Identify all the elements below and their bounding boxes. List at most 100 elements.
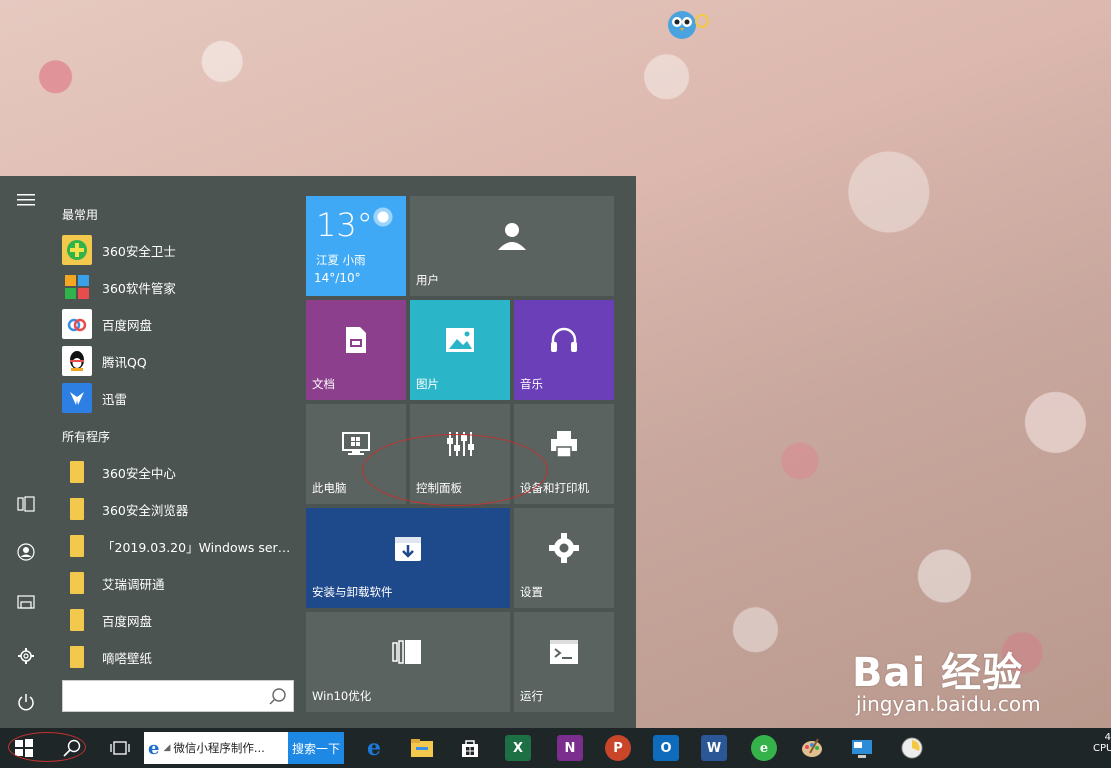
start-search-input[interactable] bbox=[69, 681, 259, 711]
app-label: 360安全卫士 bbox=[102, 243, 176, 259]
tray-time: 4 bbox=[1104, 732, 1111, 743]
windows-logo-icon bbox=[15, 739, 33, 757]
word-icon: W bbox=[701, 735, 727, 761]
tray-cpu: CPU bbox=[1093, 743, 1111, 754]
folder-windows-server[interactable]: 「2019.03.20」Windows server... bbox=[58, 528, 298, 564]
app-label: 腾讯QQ bbox=[102, 354, 147, 370]
folder-icon bbox=[62, 457, 92, 487]
headphones-icon bbox=[549, 326, 579, 358]
user-icon bbox=[496, 220, 528, 256]
tile-label: 运行 bbox=[520, 689, 543, 703]
all-programs-header: 所有程序 bbox=[62, 430, 111, 444]
app-label: 360软件管家 bbox=[102, 280, 176, 296]
word-taskbar-app[interactable]: W bbox=[692, 728, 736, 768]
taskbar-search-button[interactable] bbox=[50, 728, 94, 768]
app-list: 最常用 360安全卫士 360软件管家 百度网盘 腾讯QQ 迅雷 所有程序 36… bbox=[52, 176, 302, 728]
tile-label: Win10优化 bbox=[312, 689, 372, 703]
tile-label: 设备和打印机 bbox=[520, 481, 589, 495]
tile-label: 音乐 bbox=[520, 377, 543, 391]
tablet-mode-icon[interactable] bbox=[8, 488, 44, 520]
start-menu: 最常用 360安全卫士 360软件管家 百度网盘 腾讯QQ 迅雷 所有程序 36… bbox=[0, 176, 636, 728]
hamburger-menu-icon[interactable] bbox=[8, 184, 44, 216]
devices-printers-tile[interactable]: 设备和打印机 bbox=[514, 404, 614, 504]
app-label: 360安全中心 bbox=[102, 465, 176, 481]
owl-desktop-icon[interactable] bbox=[666, 7, 710, 41]
picture-icon bbox=[445, 327, 475, 357]
tile-label: 设置 bbox=[520, 585, 543, 599]
control-panel-tile[interactable]: 控制面板 bbox=[410, 404, 510, 504]
caret-icon: ◢ bbox=[163, 743, 171, 753]
baidu-watermark: Bai 经验 jingyan.baidu.com bbox=[852, 640, 1092, 730]
power-icon[interactable] bbox=[8, 686, 44, 718]
explorer-rail-icon[interactable] bbox=[8, 586, 44, 618]
tile-label: 控制面板 bbox=[416, 481, 462, 495]
app-baidu-netdisk[interactable]: 百度网盘 bbox=[58, 306, 298, 342]
360-browser-icon: e bbox=[751, 735, 777, 761]
system-tray[interactable]: 4 CPU bbox=[1093, 728, 1111, 768]
edge-taskbar-app[interactable]: e bbox=[352, 728, 396, 768]
search-icon bbox=[63, 739, 81, 757]
powerpoint-taskbar-app[interactable]: P bbox=[596, 728, 640, 768]
start-button[interactable] bbox=[2, 728, 46, 768]
qq-penguin-icon bbox=[62, 346, 92, 376]
start-search-box[interactable] bbox=[62, 680, 294, 712]
printer-icon bbox=[549, 430, 579, 462]
tile-label: 此电脑 bbox=[312, 481, 347, 495]
remote-desktop-icon bbox=[852, 740, 872, 758]
tile-label: 安装与卸载软件 bbox=[312, 585, 393, 599]
folder-icon bbox=[62, 642, 92, 672]
tile-label: 用户 bbox=[416, 273, 439, 287]
pictures-tile[interactable]: 图片 bbox=[410, 300, 510, 400]
watermark-url: jingyan.baidu.com bbox=[856, 692, 1041, 716]
app-label: 艾瑞调研通 bbox=[102, 576, 165, 592]
folder-icon bbox=[62, 605, 92, 635]
clock-taskbar-app[interactable] bbox=[890, 728, 934, 768]
edge-icon: e bbox=[367, 735, 381, 761]
folder-dida-wallpaper[interactable]: 嘀嗒壁纸 bbox=[58, 639, 298, 675]
excel-taskbar-app[interactable]: X bbox=[496, 728, 540, 768]
this-pc-tile[interactable]: 此电脑 bbox=[306, 404, 406, 504]
gear-icon bbox=[548, 532, 580, 568]
onenote-taskbar-app[interactable]: N bbox=[548, 728, 592, 768]
store-taskbar-app[interactable] bbox=[448, 728, 492, 768]
ie-taskbar-window[interactable]: e ◢ 微信小程序制作... bbox=[144, 732, 288, 764]
user-account-icon[interactable] bbox=[8, 536, 44, 568]
documents-tile[interactable]: 文档 bbox=[306, 300, 406, 400]
search-once-button[interactable]: 搜索一下 bbox=[288, 732, 344, 764]
music-tile[interactable]: 音乐 bbox=[514, 300, 614, 400]
outlook-taskbar-app[interactable]: O bbox=[644, 728, 688, 768]
win10-optimize-tile[interactable]: Win10优化 bbox=[306, 612, 510, 712]
settings-tile[interactable]: 设置 bbox=[514, 508, 614, 608]
app-thunder[interactable]: 迅雷 bbox=[58, 380, 298, 416]
search-icon[interactable] bbox=[269, 687, 287, 709]
app-360-safe[interactable]: 360安全卫士 bbox=[58, 232, 298, 268]
folder-360-center[interactable]: 360安全中心 bbox=[58, 454, 298, 490]
folder-360-browser[interactable]: 360安全浏览器 bbox=[58, 491, 298, 527]
task-view-icon bbox=[110, 741, 130, 755]
file-explorer-icon bbox=[411, 739, 433, 757]
run-tile[interactable]: 运行 bbox=[514, 612, 614, 712]
weather-location: 江夏 小雨 bbox=[316, 253, 366, 267]
folder-airui[interactable]: 艾瑞调研通 bbox=[58, 565, 298, 601]
app-qq[interactable]: 腾讯QQ bbox=[58, 343, 298, 379]
uninstall-software-tile[interactable]: 安装与卸载软件 bbox=[306, 508, 510, 608]
weather-tile[interactable]: 13° 江夏 小雨 14°/10° bbox=[306, 196, 406, 296]
folder-baidu-netdisk[interactable]: 百度网盘 bbox=[58, 602, 298, 638]
user-tile[interactable]: 用户 bbox=[410, 196, 614, 296]
task-view-button[interactable] bbox=[98, 728, 142, 768]
app-360-software[interactable]: 360软件管家 bbox=[58, 269, 298, 305]
folder-icon bbox=[62, 531, 92, 561]
paint-taskbar-app[interactable] bbox=[790, 728, 834, 768]
settings-gear-icon[interactable] bbox=[8, 640, 44, 672]
app-label: 百度网盘 bbox=[102, 613, 153, 629]
baidu-netdisk-icon bbox=[62, 309, 92, 339]
app-label: 百度网盘 bbox=[102, 317, 153, 333]
ie-icon: e bbox=[148, 737, 160, 759]
weather-range: 14°/10° bbox=[314, 271, 361, 285]
360-safe-icon bbox=[62, 235, 92, 265]
remote-desktop-taskbar-app[interactable] bbox=[840, 728, 884, 768]
explorer-taskbar-app[interactable] bbox=[400, 728, 444, 768]
start-rail bbox=[0, 176, 52, 728]
360-software-icon bbox=[62, 272, 92, 302]
360-browser-taskbar-app[interactable]: e bbox=[742, 728, 786, 768]
